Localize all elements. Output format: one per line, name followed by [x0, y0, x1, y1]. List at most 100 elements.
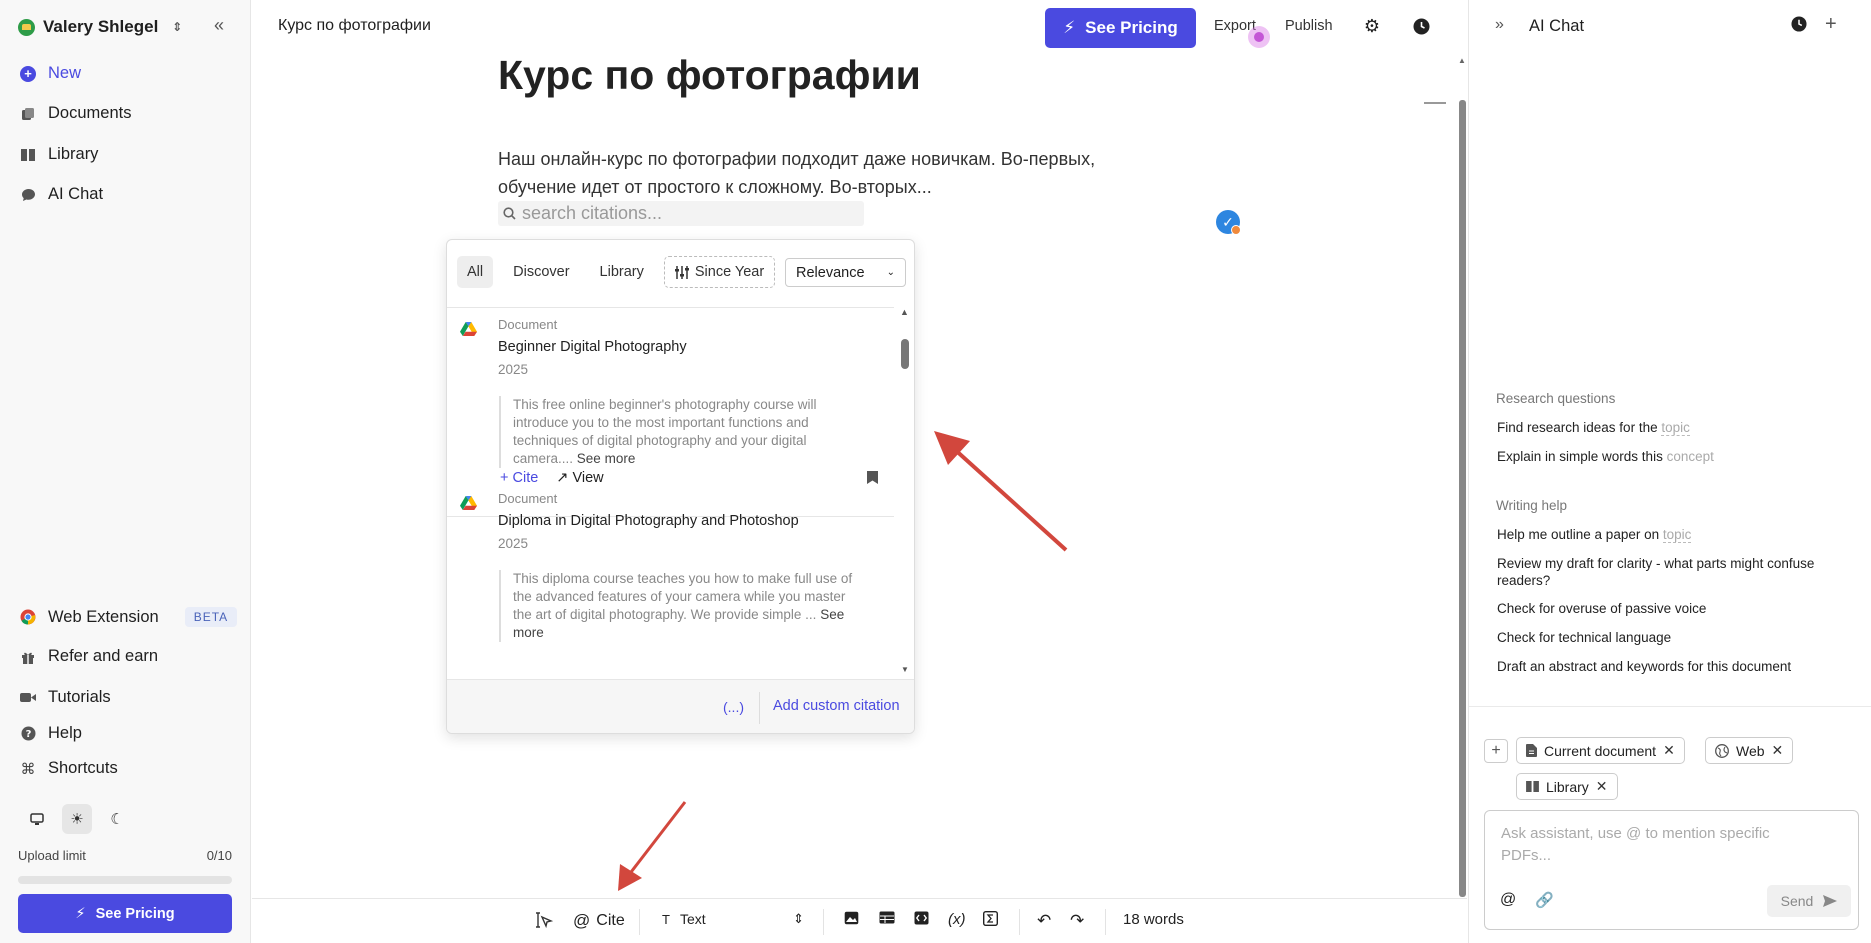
document-title-breadcrumb[interactable]: Курс по фотографии [278, 17, 431, 35]
suggestion-review-draft[interactable]: Review my draft for clarity - what parts… [1497, 555, 1857, 589]
chip-library[interactable]: Library ✕ [1516, 773, 1618, 800]
attach-link-icon[interactable]: 🔗 [1535, 891, 1554, 909]
outline-toggle[interactable] [1424, 102, 1446, 104]
paragraph-line: Наш онлайн-курс по фотографии подходит д… [498, 149, 1096, 169]
video-icon [20, 690, 36, 706]
history-clock-icon[interactable] [1411, 16, 1431, 36]
sort-select[interactable]: Relevance ⌄ [785, 258, 906, 287]
mention-at-icon[interactable]: @ [1500, 891, 1516, 909]
variable-icon[interactable]: (x) [948, 911, 966, 928]
tab-library[interactable]: Library [590, 256, 654, 288]
cite-toolbar-button[interactable]: @ Cite [573, 911, 625, 931]
send-button-label: Send [1780, 893, 1814, 909]
citation-search-input[interactable]: search citations... [498, 201, 864, 226]
plus-circle-icon: + [20, 65, 36, 82]
monitor-icon[interactable] [22, 804, 52, 834]
remove-x-icon[interactable]: ✕ [1596, 778, 1608, 795]
sidebar-item-refer[interactable]: Refer and earn [20, 647, 158, 666]
document-paragraph[interactable]: Наш онлайн-курс по фотографии подходит д… [498, 146, 1158, 201]
sidebar-item-shortcuts[interactable]: ⌘ Shortcuts [20, 759, 118, 778]
ai-cursor-icon[interactable] [536, 911, 554, 929]
gift-icon [20, 649, 36, 665]
main-scrollbar[interactable]: ▲ [1458, 56, 1466, 899]
undo-icon[interactable]: ↶ [1037, 911, 1051, 931]
upload-limit-label: Upload limit [18, 848, 86, 863]
table-icon[interactable] [879, 911, 895, 924]
upload-limit-count: 0/10 [206, 848, 232, 863]
citation-results-list: Document Beginner Digital Photography 20… [447, 307, 894, 679]
document-heading[interactable]: Курс по фотографии [498, 52, 921, 99]
suggestion-research-ideas[interactable]: Find research ideas for the topic [1497, 419, 1857, 436]
ai-chat-panel: » AI Chat + Research questions Find rese… [1468, 0, 1871, 943]
see-pricing-sidebar-button[interactable]: ⚡ See Pricing [18, 894, 232, 933]
settings-gear-icon[interactable]: ⚙ [1362, 16, 1382, 36]
remove-x-icon[interactable]: ✕ [1663, 742, 1675, 759]
scroll-up-icon[interactable]: ▲ [900, 307, 909, 317]
sidebar-item-help[interactable]: ? Help [20, 724, 82, 743]
send-button[interactable]: Send [1767, 885, 1851, 917]
chip-label: Web [1736, 742, 1765, 759]
grammar-check-icon[interactable]: ✓ [1216, 210, 1241, 235]
view-button[interactable]: ↗ View [556, 470, 603, 486]
help-icon: ? [20, 726, 36, 742]
sidebar-item-new[interactable]: + New [20, 64, 81, 83]
chip-label: Library [1546, 778, 1589, 795]
add-context-button[interactable]: + [1484, 739, 1508, 763]
suggestion-hint: concept [1666, 449, 1714, 464]
library-icon [20, 147, 36, 163]
upload-limit: Upload limit 0/10 [18, 848, 232, 863]
sidebar-item-tutorials[interactable]: Tutorials [20, 688, 111, 707]
since-year-filter[interactable]: Since Year [663, 256, 776, 288]
suggestion-technical-language[interactable]: Check for technical language [1497, 629, 1857, 646]
suggestion-abstract-keywords[interactable]: Draft an abstract and keywords for this … [1497, 658, 1857, 675]
sun-icon[interactable]: ☀ [62, 804, 92, 834]
result-actions: + Cite ↗ View [500, 470, 604, 486]
tab-all[interactable]: All [457, 256, 494, 288]
suggestion-explain-concept[interactable]: Explain in simple words this concept [1497, 448, 1857, 465]
new-chat-plus-icon[interactable]: + [1825, 13, 1837, 36]
suggestion-outline[interactable]: Help me outline a paper on topic [1497, 526, 1857, 543]
results-scrollbar[interactable]: ▲ ▼ [900, 307, 910, 679]
sidebar-item-label: AI Chat [48, 185, 104, 203]
image-icon[interactable] [844, 911, 859, 925]
chat-history-clock-icon[interactable] [1791, 16, 1807, 37]
text-style-select[interactable]: T Text ⇕ [662, 911, 804, 927]
scrollbar-thumb[interactable] [1459, 100, 1466, 897]
see-more-link[interactable]: See more [577, 451, 636, 466]
formula-sigma-icon[interactable] [983, 911, 998, 926]
publish-button[interactable]: Publish [1285, 18, 1333, 34]
text-type-icon: T [662, 911, 670, 927]
scrollbar-thumb[interactable] [901, 339, 909, 369]
custom-citation-bracket-icon[interactable]: (...) [723, 699, 744, 715]
abstract-line: camera.... [513, 451, 574, 466]
paragraph-line: обучение идет от простого к сложному. Во… [498, 176, 932, 197]
chip-current-document[interactable]: Current document ✕ [1516, 737, 1685, 764]
see-pricing-header-button[interactable]: ⚡ See Pricing [1045, 8, 1196, 48]
moon-icon[interactable]: ☾ [102, 804, 132, 834]
sidebar-item-documents[interactable]: Documents [20, 104, 131, 123]
ask-assistant-placeholder: Ask assistant, use @ to mention specific… [1501, 825, 1770, 864]
sidebar-item-web-extension[interactable]: Web Extension BETA [20, 607, 238, 627]
suggestion-passive-voice[interactable]: Check for overuse of passive voice [1497, 600, 1857, 617]
scroll-up-icon[interactable]: ▲ [1458, 56, 1466, 65]
panel-divider [1469, 706, 1871, 707]
code-block-icon[interactable] [914, 911, 929, 925]
chip-web[interactable]: Web ✕ [1705, 737, 1794, 764]
documents-icon [20, 106, 36, 122]
redo-icon[interactable]: ↷ [1070, 911, 1084, 931]
collapse-sidebar-icon[interactable]: « [214, 15, 224, 36]
add-custom-citation-button[interactable]: Add custom citation [773, 698, 900, 714]
chrome-icon [20, 609, 36, 625]
tab-discover[interactable]: Discover [503, 256, 579, 288]
scroll-down-icon[interactable]: ▼ [901, 665, 909, 674]
sidebar-item-ai-chat[interactable]: AI Chat [20, 185, 103, 204]
expand-panel-icon[interactable]: » [1495, 16, 1504, 34]
cite-button[interactable]: + Cite [500, 470, 538, 486]
send-arrow-icon [1823, 895, 1838, 907]
workspace-switcher[interactable]: Valery Shlegel ⇕ [18, 16, 182, 38]
sidebar-item-library[interactable]: Library [20, 145, 98, 164]
ask-assistant-input[interactable]: Ask assistant, use @ to mention specific… [1484, 810, 1859, 930]
remove-x-icon[interactable]: ✕ [1772, 742, 1784, 759]
bookmark-icon[interactable] [867, 471, 878, 487]
filter-sliders-icon [674, 265, 689, 279]
